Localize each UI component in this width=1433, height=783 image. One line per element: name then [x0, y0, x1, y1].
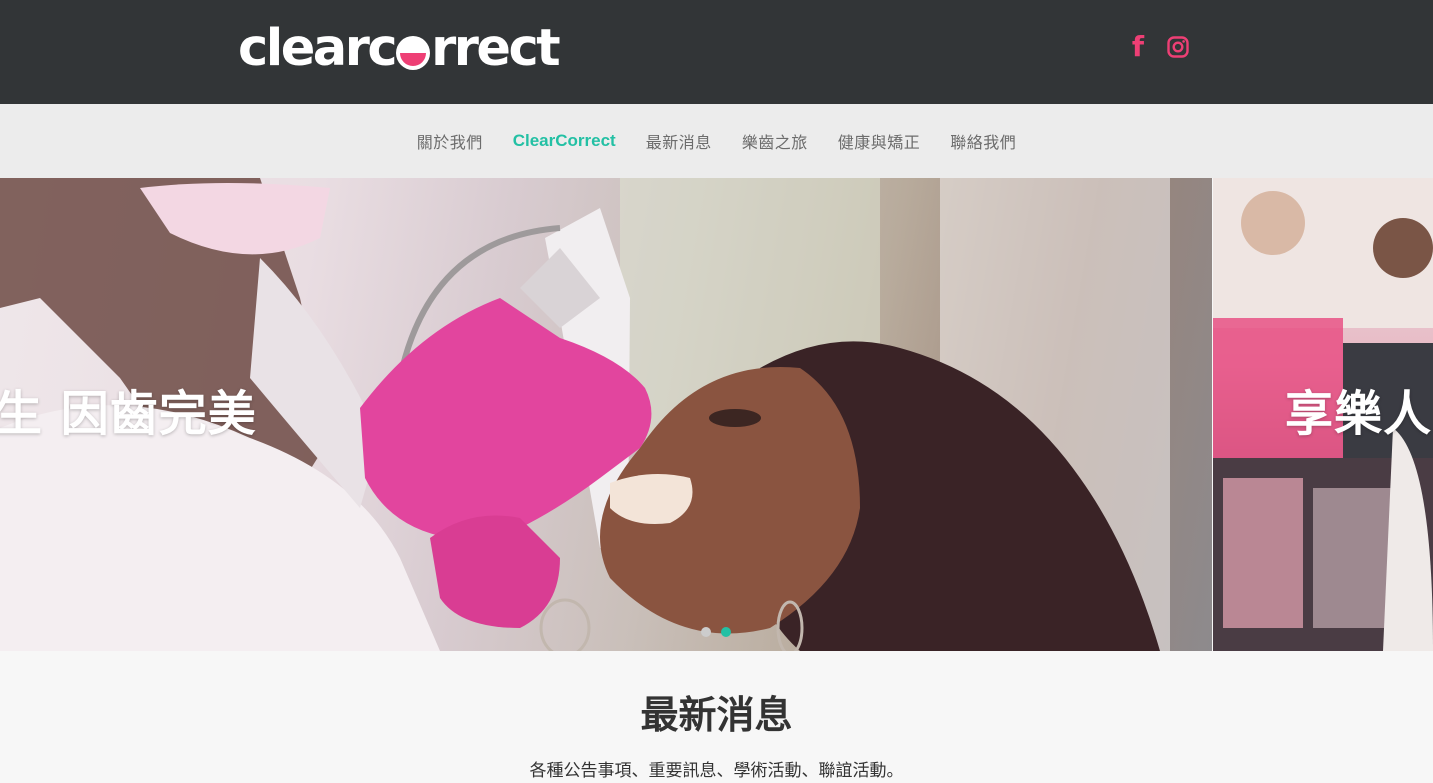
news-section-title: 最新消息 [640, 693, 793, 737]
facebook-icon[interactable]: f [1127, 33, 1149, 61]
hero-carousel[interactable]: 生 因齒完美 享樂人 [0, 178, 1433, 651]
carousel-dot-2[interactable] [721, 627, 731, 637]
hero-slide-dentist: 生 因齒完美 [0, 178, 1212, 651]
carousel-dot-1[interactable] [701, 627, 711, 637]
nav-item-about[interactable]: 關於我們 [417, 129, 483, 153]
carousel-dots [701, 627, 731, 637]
news-section-subtitle: 各種公告事項、重要訊息、學術活動、聯誼活動。 [529, 761, 904, 781]
hero-caption-2: 享樂人 [1285, 386, 1433, 442]
clearcorrect-logo[interactable]: clearc rrect [238, 18, 561, 78]
hero-slide-next: 享樂人 [1213, 178, 1433, 651]
nav-item-news[interactable]: 最新消息 [646, 129, 712, 153]
hero-caption-1: 生 因齒完美 [0, 386, 257, 442]
nav-item-journey[interactable]: 樂齒之旅 [742, 129, 808, 153]
social-links: f [1127, 33, 1189, 61]
nav-item-clearcorrect[interactable]: ClearCorrect [513, 131, 616, 151]
logo-smile-mark [396, 36, 431, 70]
site-header: clearc rrect f [0, 0, 1433, 104]
logo-text-prefix: clearc [238, 18, 398, 78]
nav-item-health[interactable]: 健康與矯正 [838, 129, 921, 153]
logo-text-suffix: rrect [431, 18, 561, 78]
nav-item-contact[interactable]: 聯絡我們 [950, 129, 1016, 153]
instagram-icon[interactable] [1167, 33, 1189, 61]
main-nav: 關於我們 ClearCorrect 最新消息 樂齒之旅 健康與矯正 聯絡我們 [0, 104, 1433, 178]
